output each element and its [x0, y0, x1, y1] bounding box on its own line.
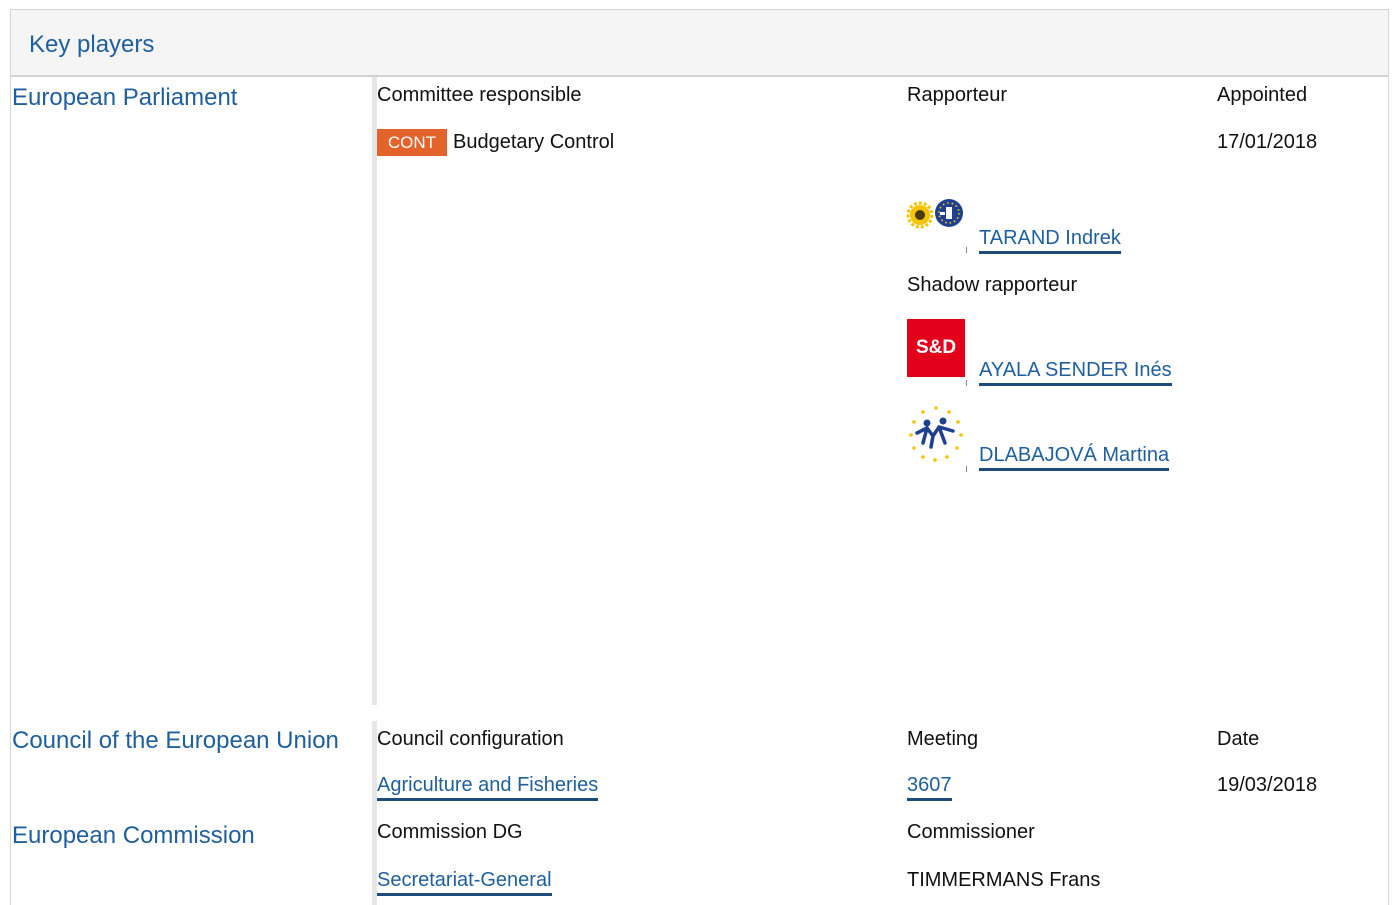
- key-players-panel: Key players European Parliament Committe…: [0, 0, 1399, 905]
- institution-council-of-the-european-union[interactable]: Council of the European Union: [12, 727, 339, 755]
- link-tick: [966, 247, 967, 253]
- council-meeting-link[interactable]: 3607: [907, 773, 952, 801]
- commissioner-header: Commissioner: [907, 821, 1035, 843]
- shadow-rapporteur-header: Shadow rapporteur: [907, 274, 1078, 296]
- date-header: Date: [1217, 728, 1260, 750]
- greens-efa-logo-icon: [906, 199, 963, 229]
- council-configuration-header: Council configuration: [377, 728, 564, 750]
- committee-responsible-header: Committee responsible: [377, 84, 582, 106]
- panel-header: Key players: [10, 9, 1389, 77]
- institution-european-commission[interactable]: European Commission: [12, 822, 255, 850]
- rapporteur-header: Rapporteur: [907, 84, 1008, 106]
- rapporteur-tarand-indrek[interactable]: TARAND Indrek: [979, 226, 1121, 254]
- shadow-rapporteur-dlabajova-martina[interactable]: DLABAJOVÁ Martina: [979, 443, 1170, 471]
- panel-border-left: [10, 77, 11, 905]
- council-configuration-link[interactable]: Agriculture and Fisheries: [377, 773, 599, 801]
- shadow-rapporteur-ayala-sender-ines[interactable]: AYALA SENDER Inés: [979, 358, 1172, 386]
- committee-code-badge: CONT: [377, 129, 447, 156]
- committee-name: Budgetary Control: [453, 131, 615, 153]
- appointed-header: Appointed: [1217, 84, 1308, 106]
- appointed-date: 17/01/2018: [1217, 131, 1318, 153]
- commissioner-name: TIMMERMANS Frans: [907, 869, 1101, 891]
- council-meeting-date: 19/03/2018: [1217, 774, 1318, 796]
- meeting-header: Meeting: [907, 728, 979, 750]
- panel-title: Key players: [29, 31, 155, 58]
- alde-logo-icon: [909, 406, 963, 462]
- commission-dg-header: Commission DG: [377, 821, 523, 843]
- link-tick: [966, 380, 967, 386]
- institution-european-parliament[interactable]: European Parliament: [12, 84, 237, 112]
- commission-dg-link[interactable]: Secretariat-General: [377, 868, 552, 896]
- parliament-section-divider: [372, 77, 377, 705]
- s-and-d-logo-icon: S&D: [907, 319, 965, 377]
- link-tick: [966, 466, 967, 472]
- panel-border-right: [1388, 77, 1389, 905]
